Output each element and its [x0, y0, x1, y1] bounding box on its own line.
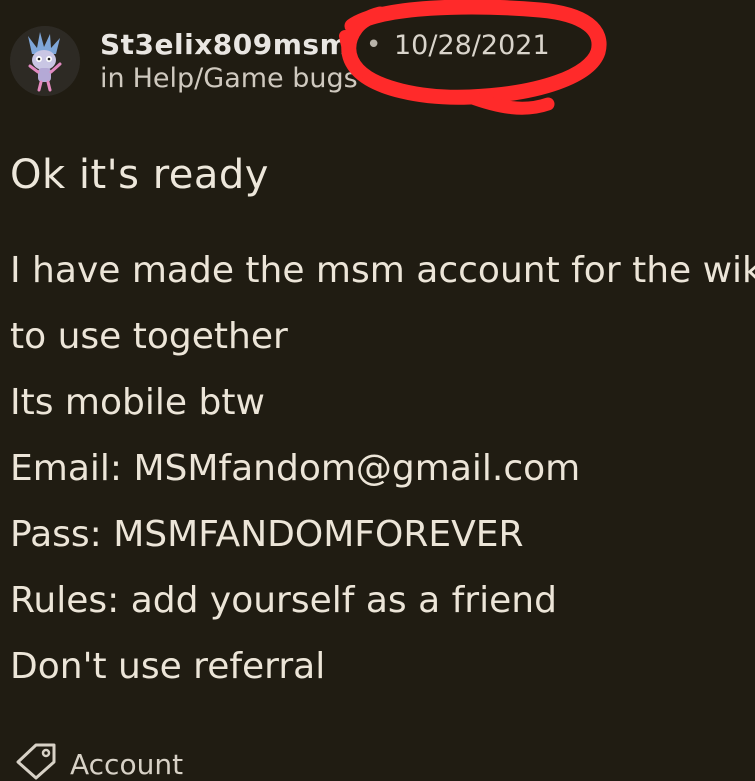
post-date: 10/28/2021 [394, 30, 550, 61]
body-line: Rules: add yourself as a friend [10, 580, 557, 621]
post-tag[interactable]: Account [70, 748, 183, 781]
body-line: to use together [10, 316, 288, 357]
post-category: in Help/Game bugs [100, 63, 358, 94]
category-link[interactable]: Help/Game bugs [133, 63, 358, 94]
monster-avatar-icon [10, 26, 80, 96]
body-line: I have made the msm account for the wik [10, 250, 755, 291]
post-title: Ok it's ready [10, 152, 269, 198]
category-prefix: in [100, 63, 125, 94]
author-name[interactable]: St3elix809msm [100, 28, 349, 61]
author-avatar[interactable] [10, 26, 80, 96]
body-line: Pass: MSMFANDOMFOREVER [10, 514, 524, 555]
meta-separator: • [366, 30, 382, 60]
body-line: Email: MSMfandom@gmail.com [10, 448, 581, 489]
tag-icon [16, 743, 56, 780]
body-line: Don't use referral [10, 646, 326, 687]
forum-post: St3elix809msm • 10/28/2021 in Help/Game b… [0, 0, 755, 781]
body-line: Its mobile btw [10, 382, 265, 423]
